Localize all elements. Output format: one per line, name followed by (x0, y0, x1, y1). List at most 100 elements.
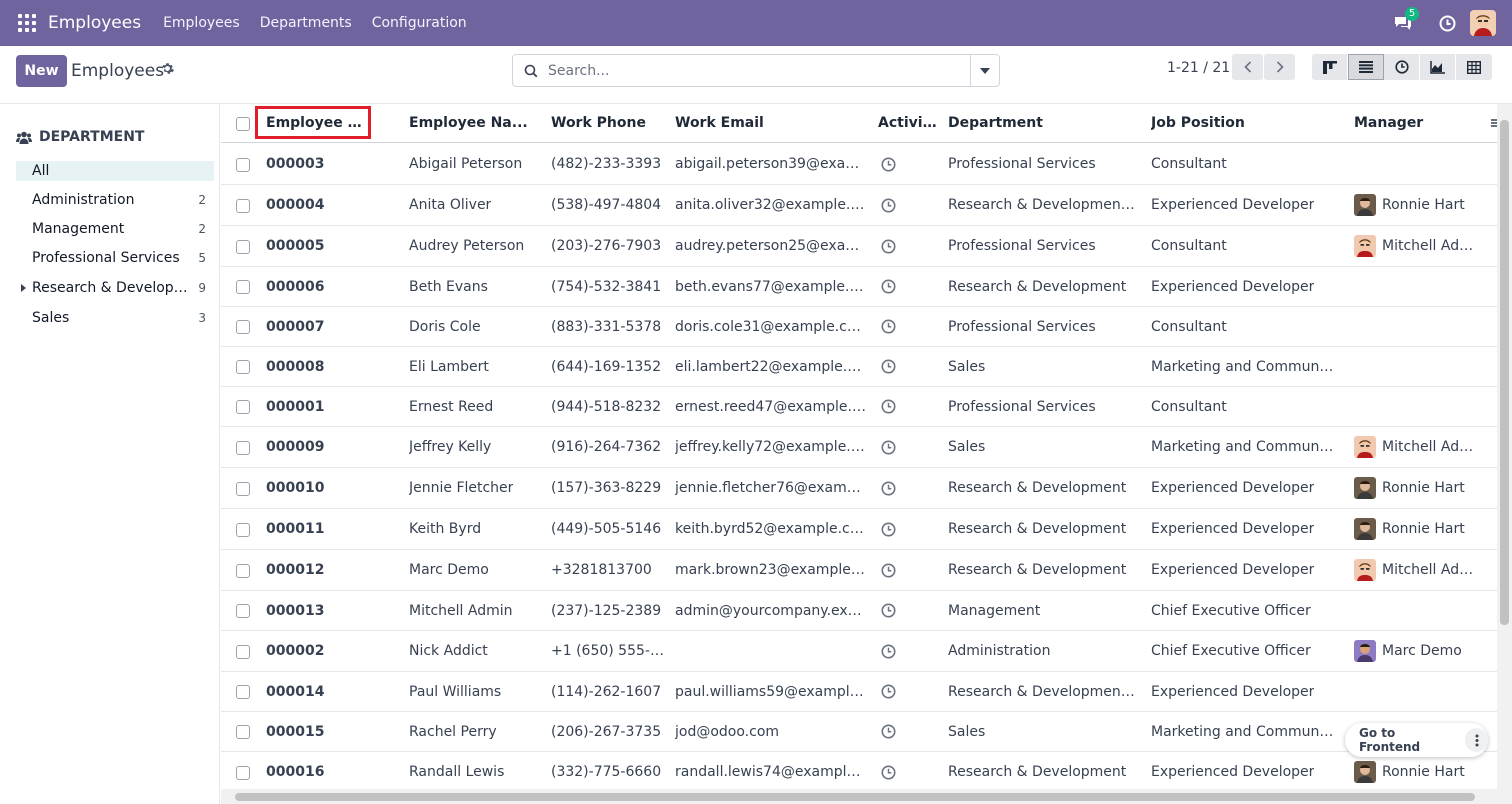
table-row[interactable]: 000002 Nick Addict +1 (650) 555-0111 Admini… (221, 631, 1512, 672)
col-employee-name[interactable]: Employee Na... (409, 104, 539, 143)
activity-clock-icon[interactable] (881, 724, 896, 739)
new-button[interactable]: New (16, 55, 67, 87)
col-job-position[interactable]: Job Position (1151, 104, 1341, 143)
row-checkbox[interactable] (236, 645, 250, 659)
col-work-email[interactable]: Work Email (675, 104, 865, 143)
activity-clock-icon[interactable] (881, 359, 896, 374)
table-row[interactable]: 000003 Abigail Peterson (482)-233-3393 abig… (221, 144, 1512, 185)
pager-previous-button[interactable] (1232, 54, 1263, 80)
search-input[interactable] (548, 55, 970, 86)
row-checkbox[interactable] (236, 482, 250, 496)
table-row[interactable]: 000015 Rachel Perry (206)-267-3735 jod@odoo… (221, 712, 1512, 752)
table-row[interactable]: 000009 Jeffrey Kelly (916)-264-7362 jeffrey… (221, 427, 1512, 468)
row-checkbox[interactable] (236, 240, 250, 254)
manager-avatar[interactable] (1354, 640, 1376, 662)
activity-clock-icon[interactable] (881, 644, 896, 659)
cell-department-text: Research & Development (948, 562, 1127, 578)
activity-clock-icon[interactable] (881, 481, 896, 496)
kanban-view-button[interactable] (1312, 54, 1348, 80)
pager-value[interactable]: 1-21 / 21 (1167, 60, 1230, 76)
table-row[interactable]: 000004 Anita Oliver (538)-497-4804 anita.ol… (221, 185, 1512, 226)
activity-clock-icon[interactable] (881, 440, 896, 455)
row-checkbox[interactable] (236, 685, 250, 699)
vertical-scrollbar[interactable] (1497, 104, 1512, 804)
activity-clock-icon[interactable] (881, 603, 896, 618)
graph-view-button[interactable] (1420, 54, 1456, 80)
menu-departments[interactable]: Departments (260, 15, 352, 31)
menu-employees[interactable]: Employees (163, 15, 240, 31)
sidebar-item-all[interactable]: All (16, 161, 214, 181)
table-row[interactable]: 000006 Beth Evans (754)-532-3841 beth.evans… (221, 267, 1512, 307)
col-department[interactable]: Department (948, 104, 1138, 143)
activity-clock-icon[interactable] (881, 239, 896, 254)
table-row[interactable]: 000001 Ernest Reed (944)-518-8232 ernest.re… (221, 387, 1512, 427)
table-row[interactable]: 000005 Audrey Peterson (203)-276-7903 audre… (221, 226, 1512, 267)
manager-avatar[interactable] (1354, 436, 1376, 458)
table-row[interactable]: 000010 Jennie Fletcher (157)-363-8229 jenni… (221, 468, 1512, 509)
cell-employee-no-text: 000008 (266, 358, 325, 375)
col-manager[interactable]: Manager (1354, 104, 1474, 143)
table-row[interactable]: 000013 Mitchell Admin (237)-125-2389 admin@… (221, 591, 1512, 631)
activity-clock-icon[interactable] (881, 198, 896, 213)
manager-avatar[interactable] (1354, 477, 1376, 499)
activity-view-button[interactable] (1384, 54, 1420, 80)
manager-avatar[interactable] (1354, 559, 1376, 581)
search-options-toggle[interactable] (970, 55, 999, 86)
gear-icon[interactable] (161, 62, 174, 75)
table-row[interactable]: 000007 Doris Cole (883)-331-5378 doris.cole… (221, 307, 1512, 347)
manager-avatar[interactable] (1354, 518, 1376, 540)
row-checkbox[interactable] (236, 360, 250, 374)
menu-configuration[interactable]: Configuration (372, 15, 467, 31)
row-checkbox[interactable] (236, 564, 250, 578)
row-checkbox[interactable] (236, 766, 250, 780)
activity-clock-icon[interactable] (881, 522, 896, 537)
table-row[interactable]: 000012 Marc Demo +3281813700 mark.brown23@e… (221, 550, 1512, 591)
user-avatar[interactable] (1470, 10, 1496, 36)
col-employee-no[interactable]: Employee No. (266, 104, 366, 143)
row-checkbox[interactable] (236, 199, 250, 213)
activity-clock-icon[interactable] (881, 279, 896, 294)
sidebar-item-professional-services[interactable]: Professional Services 5 (16, 248, 214, 268)
activity-clock-icon[interactable] (881, 399, 896, 414)
row-checkbox[interactable] (236, 280, 250, 294)
row-checkbox[interactable] (236, 604, 250, 618)
cell-employee-no: 000015 (266, 712, 396, 751)
activity-clock-icon[interactable] (881, 765, 896, 780)
activity-clock-icon[interactable] (881, 684, 896, 699)
row-checkbox[interactable] (236, 158, 250, 172)
sidebar-item-management[interactable]: Management 2 (16, 219, 214, 239)
activity-clock-icon[interactable] (881, 157, 896, 172)
app-title[interactable]: Employees (48, 13, 141, 33)
manager-avatar[interactable] (1354, 761, 1376, 783)
activity-clock-icon[interactable] (881, 319, 896, 334)
table-row[interactable]: 000014 Paul Williams (114)-262-1607 paul.wi… (221, 672, 1512, 712)
row-checkbox[interactable] (236, 523, 250, 537)
pager-next-button[interactable] (1264, 54, 1295, 80)
apps-menu-icon[interactable] (18, 14, 36, 32)
row-checkbox[interactable] (236, 320, 250, 334)
table-row[interactable]: 000008 Eli Lambert (644)-169-1352 eli.lambe… (221, 347, 1512, 387)
list-view-button[interactable] (1348, 54, 1384, 80)
row-checkbox[interactable] (236, 441, 250, 455)
more-options-button[interactable] (1465, 728, 1488, 752)
cell-employee-no-text: 000012 (266, 562, 325, 578)
table-row[interactable]: 000011 Keith Byrd (449)-505-5146 keith.byrd… (221, 509, 1512, 550)
manager-avatar[interactable] (1354, 235, 1376, 257)
table-row[interactable]: 000016 Randall Lewis (332)-775-6660 randall… (221, 752, 1512, 793)
caret-right-icon[interactable] (21, 284, 26, 292)
sidebar-item-administration[interactable]: Administration 2 (16, 190, 214, 210)
col-activities[interactable]: Activit... (878, 104, 938, 143)
activity-clock-icon[interactable] (881, 563, 896, 578)
activity-clock-icon[interactable] (1439, 15, 1456, 32)
col-work-phone[interactable]: Work Phone (551, 104, 666, 143)
sidebar-item-research-development[interactable]: Research & Development 9 (16, 278, 214, 298)
horizontal-scrollbar[interactable] (221, 789, 1497, 804)
sidebar-item-sales[interactable]: Sales 3 (16, 308, 214, 328)
select-all-checkbox[interactable] (236, 117, 250, 131)
row-checkbox[interactable] (236, 400, 250, 414)
manager-avatar[interactable] (1354, 194, 1376, 216)
pivot-view-button[interactable] (1456, 54, 1492, 80)
row-checkbox[interactable] (236, 725, 250, 739)
go-to-frontend-button[interactable]: Go to Frontend (1359, 726, 1455, 754)
chat-icon[interactable]: 5 (1393, 7, 1419, 31)
